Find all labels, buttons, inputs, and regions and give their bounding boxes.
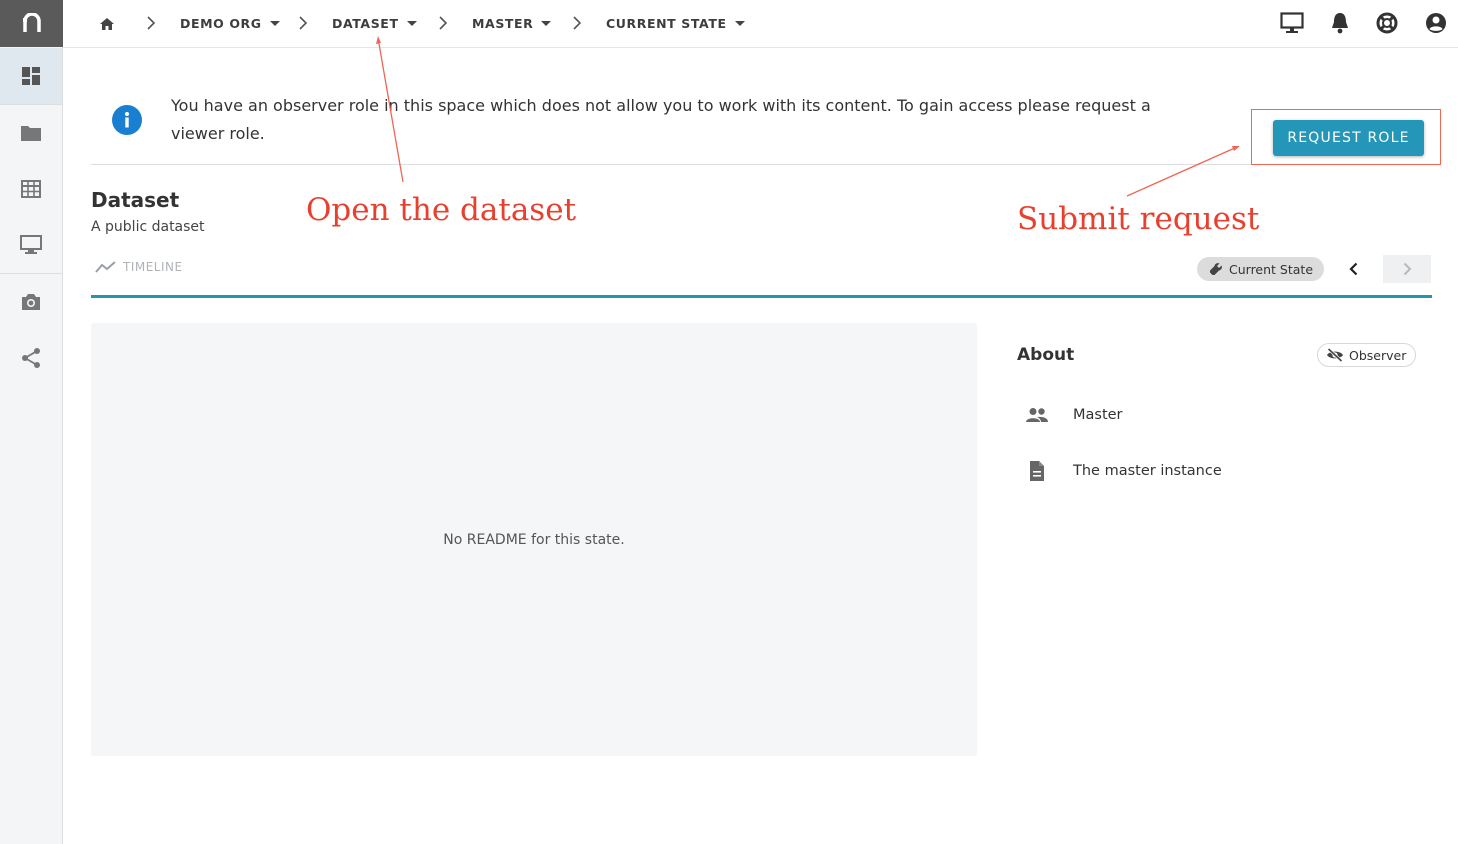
timeline-icon — [95, 261, 116, 273]
about-row-label: The master instance — [1073, 463, 1222, 479]
about-title: About — [1017, 345, 1075, 365]
current-state-chip[interactable]: Current State — [1197, 257, 1324, 281]
timeline-label: TIMELINE — [123, 260, 183, 274]
annotation-arrow-dataset — [377, 37, 404, 183]
readme-empty-message: No README for this state. — [443, 531, 625, 548]
observer-role-chip: Observer — [1317, 343, 1416, 367]
observer-role-label: Observer — [1349, 347, 1407, 363]
arrowhead-icon — [1232, 146, 1240, 151]
chevron-right-icon — [1403, 262, 1411, 276]
about-row-label: Master — [1073, 407, 1123, 423]
about-row-master: Master — [1025, 405, 1123, 425]
document-icon — [1030, 461, 1044, 481]
wrench-icon — [1210, 263, 1222, 275]
current-state-label: Current State — [1229, 261, 1314, 277]
tab-underline — [91, 295, 1432, 298]
about-row-description: The master instance — [1025, 460, 1222, 482]
readme-panel: No README for this state. — [91, 323, 977, 756]
dataset-subtitle: A public dataset — [91, 219, 205, 235]
people-icon — [1026, 408, 1048, 422]
dataset-title: Dataset — [91, 188, 180, 212]
previous-state-button[interactable] — [1329, 255, 1377, 283]
chevron-left-icon — [1348, 262, 1357, 276]
annotation-submit-request: Submit request — [1017, 201, 1260, 237]
arrowhead-icon — [376, 36, 381, 44]
next-state-button[interactable] — [1383, 255, 1431, 283]
annotation-arrow-request — [1126, 146, 1238, 197]
annotation-open-dataset: Open the dataset — [306, 192, 577, 228]
eye-off-icon — [1327, 348, 1343, 362]
timeline-tab[interactable]: TIMELINE — [95, 260, 183, 274]
